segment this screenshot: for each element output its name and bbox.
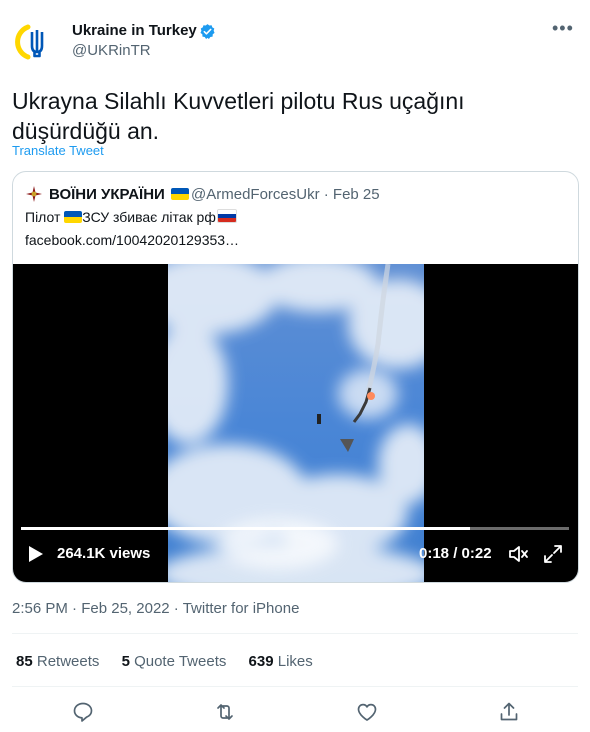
translate-tweet-link[interactable]: Translate Tweet: [12, 143, 104, 158]
meta-separator: ·: [173, 600, 179, 617]
video-frame: [168, 264, 424, 582]
avatar[interactable]: [12, 18, 60, 66]
like-icon[interactable]: [355, 700, 379, 724]
tweet-text: Ukrayna Silahlı Kuvvetleri pilotu Rus uç…: [12, 88, 465, 144]
quoted-date[interactable]: Feb 25: [333, 186, 380, 203]
ukraine-flag-icon: [64, 211, 83, 223]
ukraine-flag-icon: [170, 188, 189, 200]
divider: [12, 686, 578, 687]
quoted-text: Пілот ЗСУ збиває літак рф: [25, 209, 237, 225]
video-views: 264.1K views: [57, 545, 151, 562]
video-player[interactable]: 264.1K views 0:18 / 0:22: [13, 264, 578, 582]
quoted-handle[interactable]: @ArmedForcesUkr: [191, 186, 320, 203]
quoted-meta: @ArmedForcesUkr · Feb 25: [191, 186, 380, 203]
video-progress-fill: [21, 527, 471, 530]
tweet-meta: 2:56 PM · Feb 25, 2022 · Twitter for iPh…: [12, 600, 299, 617]
reply-icon[interactable]: [71, 700, 95, 724]
video-duration: 0:22: [461, 545, 492, 562]
author-name[interactable]: Ukraine in Turkey: [72, 22, 197, 39]
likes-stat[interactable]: 639 Likes: [249, 653, 313, 670]
quoted-author-name[interactable]: ВОЇНИ УКРАЇНИ: [49, 186, 189, 203]
video-progress-bar[interactable]: [21, 527, 569, 530]
volume-muted-icon[interactable]: [507, 543, 529, 565]
quote-tweets-stat[interactable]: 5 Quote Tweets: [122, 653, 227, 670]
verified-badge-icon: [200, 24, 215, 39]
meta-separator: ·: [72, 600, 78, 617]
retweet-icon[interactable]: [213, 700, 237, 724]
video-current-time: 0:18: [419, 545, 450, 562]
meta-separator: ·: [323, 186, 329, 203]
armed-forces-logo-icon: [25, 185, 43, 203]
video-timecode: 0:18 / 0:22: [419, 545, 492, 562]
more-horizontal-icon[interactable]: •••: [552, 18, 574, 39]
retweets-stat[interactable]: 85 Retweets: [16, 653, 99, 670]
divider: [12, 633, 578, 634]
ukraine-trident-icon: [13, 19, 59, 65]
play-icon[interactable]: [25, 544, 45, 564]
tweet-stats: 85 Retweets 5 Quote Tweets 639 Likes: [16, 653, 331, 670]
tweet-source[interactable]: Twitter for iPhone: [183, 600, 300, 617]
russia-flag-icon: [216, 209, 237, 223]
tweet-date[interactable]: Feb 25, 2022: [81, 600, 169, 617]
fullscreen-icon[interactable]: [542, 543, 564, 565]
quoted-tweet[interactable]: ВОЇНИ УКРАЇНИ @ArmedForcesUkr · Feb 25 П…: [12, 171, 579, 583]
tweet-time[interactable]: 2:56 PM: [12, 600, 68, 617]
share-icon[interactable]: [497, 700, 521, 724]
author-handle[interactable]: @UKRinTR: [72, 42, 151, 59]
quoted-link[interactable]: facebook.com/10042020129353…: [25, 232, 239, 248]
